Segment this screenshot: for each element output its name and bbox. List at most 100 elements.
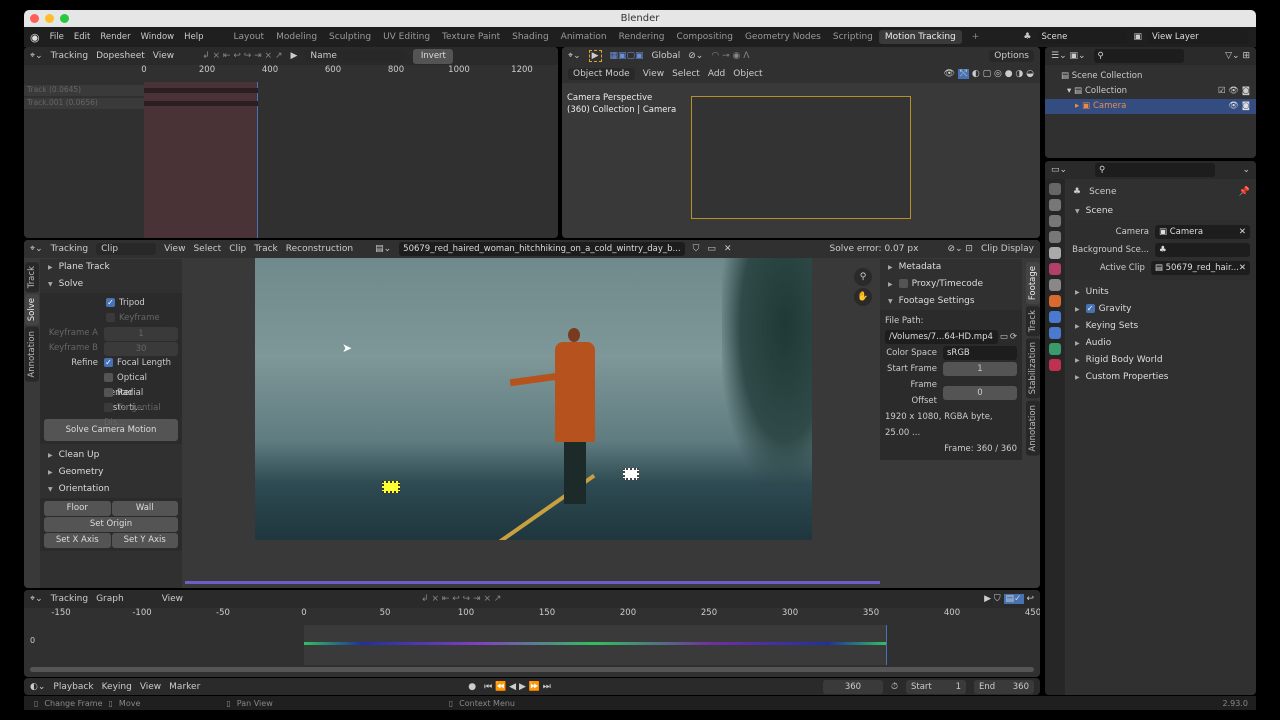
clip-display-menu[interactable]: Clip Display [981,244,1034,254]
pin-icon[interactable]: 📌 [1239,187,1256,197]
tripod-checkbox[interactable]: ✓ Tripod [44,296,178,311]
physics-tab-icon[interactable] [1049,327,1061,339]
tab-track-right[interactable]: Track [1026,306,1040,337]
editor-type-icon[interactable]: ⌖⌄ [30,51,43,61]
options-chevron-icon[interactable]: ⌄ [1242,165,1250,175]
dopesheet-editor[interactable]: ⌖⌄ Tracking Dopesheet View ↲ ⨯ ⇤ ↩ ↪ ⇥ ⨯… [24,47,558,238]
sort-selector[interactable]: Name [305,50,406,62]
clip-footage[interactable] [255,258,812,540]
editor-type-icon[interactable]: ⌖⌄ [568,51,581,61]
visibility-icons[interactable]: ☑ 👁 ◙ [1218,84,1256,99]
graph-display-toggles[interactable]: ▶ ⛉ ▤✓ ↩ [984,594,1034,604]
wall-button[interactable]: Wall [111,501,178,516]
menu-edit[interactable]: Edit [74,32,90,42]
menu-render[interactable]: Render [100,32,130,42]
editor-type-icon[interactable]: ▭⌄ [1051,165,1067,175]
tab-solve[interactable]: Solve [25,294,39,326]
scene-camera-field[interactable]: ▣ Camera ✕ [1155,225,1250,239]
keying-menu[interactable]: Keying [102,682,132,692]
tool-tab-icon[interactable] [1049,183,1061,195]
outliner-search[interactable]: ⚲ [1093,49,1184,63]
3d-viewport[interactable]: ⌖⌄ ▶ ▦▣▢▣ Global ⊘⌄ ◠ ⊸ ◉ Λ Options Obje… [562,47,1040,238]
object-mode-selector[interactable]: Object Mode [568,68,635,80]
panel-geometry[interactable]: ▶ Geometry [40,464,182,481]
blender-logo-icon[interactable]: ◉ [30,31,40,44]
frame-ruler[interactable]: 0 200 400 600 800 1000 1200 [24,65,558,81]
movie-clip-editor[interactable]: ⌖⌄ Tracking Clip View Select Clip Track … [24,240,1040,588]
gravity-checkbox[interactable]: ✓ [1085,304,1095,313]
view-menu[interactable]: View [153,51,174,61]
clip-mode-selector[interactable]: Tracking [51,244,88,254]
solve-camera-motion-button[interactable]: Solve Camera Motion [44,419,178,441]
clip-menu[interactable]: Clip [229,244,246,254]
options-menu[interactable]: Options [989,50,1034,62]
frame-offset-field[interactable]: 0 [943,386,1017,400]
editor-type-icon[interactable]: ⌖⌄ [30,594,43,604]
reconstruction-menu[interactable]: Reconstruction [286,244,353,254]
workspace-tab[interactable]: Modeling [270,30,323,44]
editor-type-icon[interactable]: ◐⌄ [30,682,45,692]
browse-folder-icon[interactable]: ▭ [1000,329,1008,345]
panel-footage-settings[interactable]: ▼ Footage Settings [880,293,1022,310]
start-frame-field[interactable]: 1 [943,362,1017,376]
tab-footage[interactable]: Footage [1026,262,1040,305]
outliner-camera[interactable]: ▸ ▣ Camera 👁 ◙ [1045,99,1256,114]
tab-annotation-right[interactable]: Annotation [1026,400,1040,456]
motion-curves[interactable] [304,642,886,645]
outliner[interactable]: ☰⌄ ▣⌄ ⚲ ▽⌄ ⊞ ▤ Scene Collection ▾ ▤ Coll… [1045,47,1256,158]
panel-scene[interactable]: ▼ Scene [1067,203,1256,220]
end-frame-field[interactable]: End 360 [974,679,1034,694]
track-tools-icons[interactable]: ↲ ⨯ ⇤ ↩ ↪ ⇥ ⨯ ↗ [202,51,282,61]
current-frame-field[interactable]: 360 [822,679,883,694]
panel-custom-properties[interactable]: ▶ Custom Properties [1067,369,1256,386]
panel-units[interactable]: ▶ Units [1067,284,1256,301]
panel-gravity[interactable]: ▶ ✓ Gravity [1067,301,1256,318]
lock-icon[interactable]: ⊘⌄ ⊡ [947,244,972,254]
active-clip-field[interactable]: ▤ 50679_red_hair... ✕ [1150,261,1250,275]
panel-proxy[interactable]: ▶ Proxy/Timecode [880,276,1022,293]
workspace-tab[interactable]: Shading [506,30,555,44]
playback-menu[interactable]: Playback [53,682,93,692]
graph-mode-selector[interactable]: Tracking [51,594,88,604]
collection-tab-icon[interactable] [1049,279,1061,291]
reload-icon[interactable]: ⟳ [1010,329,1017,345]
view-menu[interactable]: View [162,594,183,604]
invert-button[interactable]: Invert [413,48,454,64]
menu-window[interactable]: Window [141,32,175,42]
view-menu[interactable]: View [140,682,161,692]
properties-editor[interactable]: ▭⌄ ⚲ ⌄ ♣ Scene 📌 ▼ Scene Camera ▣ Camera ✕ Ba… [1045,161,1256,695]
track-channel[interactable]: Track.001 (0.0656) [24,98,144,109]
view-layer-tab-icon[interactable] [1049,231,1061,243]
panel-keying-sets[interactable]: ▶ Keying Sets [1067,318,1256,335]
playback-controls[interactable]: ⏮ ⏪ ◀ ▶ ⏩ ⏭ [484,682,551,692]
world-tab-icon[interactable] [1049,263,1061,275]
workspace-tab[interactable]: Layout [227,30,270,44]
color-space-selector[interactable]: sRGB [943,346,1017,360]
clip-cache-bar[interactable] [185,581,880,584]
refine-focal-length-checkbox[interactable]: ✓ Focal Length [104,356,171,371]
transform-orientation[interactable]: Global [652,51,681,61]
open-folder-icon[interactable]: ▭ [707,244,716,254]
maximize-window-button[interactable] [60,14,69,23]
set-origin-button[interactable]: Set Origin [44,517,178,532]
graph-frame-ruler[interactable]: -150 -100 -50 0 50 100 150 200 250 300 350 400 450 [24,608,1040,624]
panel-plane-track[interactable]: ▶ Plane Track [40,259,182,276]
tab-annotation[interactable]: Annotation [25,327,39,383]
set-y-axis-button[interactable]: Set Y Axis [111,533,178,548]
marker-menu[interactable]: Marker [169,682,200,692]
scene-tab-icon[interactable] [1049,247,1061,259]
filter-icon[interactable]: ▽⌄ ⊞ [1225,51,1250,61]
record-button[interactable]: ● [468,682,476,692]
tab-stabilization[interactable]: Stabilization [1026,338,1040,399]
start-frame-field[interactable]: Start 1 [906,679,966,694]
menu-file[interactable]: File [50,32,64,42]
tab-track[interactable]: Track [25,262,39,293]
set-x-axis-button[interactable]: Set X Axis [44,533,111,548]
graph-track-tools[interactable]: ↲ ⨯ ⇤ ↩ ↪ ⇥ ⨯ ↗ [421,594,501,604]
panel-rigid-body-world[interactable]: ▶ Rigid Body World [1067,352,1256,369]
output-tab-icon[interactable] [1049,215,1061,227]
properties-search[interactable]: ⚲ [1095,163,1216,177]
scene-icon[interactable]: ♣ [1023,32,1031,42]
clip-name-field[interactable]: 50679_red_haired_woman_hitchhiking_on_a_… [399,242,685,256]
snap-icon[interactable]: ◠ ⊸ ◉ Λ [711,51,749,61]
